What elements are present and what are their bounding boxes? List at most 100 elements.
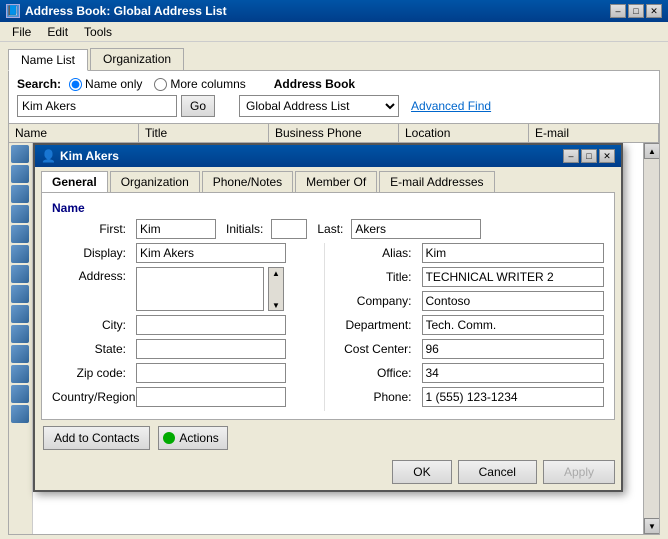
side-icon-11 bbox=[11, 345, 29, 363]
side-icon-7 bbox=[11, 265, 29, 283]
department-row: Department: bbox=[333, 315, 605, 335]
initials-input[interactable] bbox=[271, 219, 307, 239]
first-name-input[interactable] bbox=[136, 219, 216, 239]
tab-member-of[interactable]: Member Of bbox=[295, 171, 377, 192]
menu-edit[interactable]: Edit bbox=[39, 23, 76, 41]
menu-bar: File Edit Tools bbox=[0, 22, 668, 42]
address-book-dropdown[interactable]: Global Address List bbox=[239, 95, 399, 117]
list-scrollbar[interactable]: ▲ ▼ bbox=[643, 143, 659, 534]
outer-window-title: Address Book: Global Address List bbox=[25, 4, 610, 18]
addr-scroll-track bbox=[269, 278, 283, 301]
alias-input[interactable] bbox=[422, 243, 605, 263]
side-icon-9 bbox=[11, 305, 29, 323]
tab-name-list[interactable]: Name List bbox=[8, 49, 88, 71]
office-input[interactable] bbox=[422, 363, 605, 383]
radio-name-only[interactable]: Name only bbox=[69, 77, 142, 91]
state-input[interactable] bbox=[136, 339, 286, 359]
tab-general[interactable]: General bbox=[41, 171, 108, 192]
country-row: Country/Region: bbox=[52, 387, 324, 407]
inner-window-controls: – □ ✕ bbox=[563, 149, 615, 163]
side-icon-3 bbox=[11, 185, 29, 203]
scroll-up-button[interactable]: ▲ bbox=[644, 143, 660, 159]
addr-scroll-down[interactable]: ▼ bbox=[269, 301, 283, 310]
phone-input[interactable] bbox=[422, 387, 605, 407]
inner-tabs: General Organization Phone/Notes Member … bbox=[35, 167, 621, 192]
col-name: Name bbox=[9, 124, 139, 142]
inner-maximize-button[interactable]: □ bbox=[581, 149, 597, 163]
address-row: Address: ▲ ▼ bbox=[52, 267, 324, 311]
title-input[interactable] bbox=[422, 267, 605, 287]
outer-close-button[interactable]: ✕ bbox=[646, 4, 662, 18]
country-input[interactable] bbox=[136, 387, 286, 407]
department-input[interactable] bbox=[422, 315, 605, 335]
city-input[interactable] bbox=[136, 315, 286, 335]
scroll-down-button[interactable]: ▼ bbox=[644, 518, 660, 534]
name-row: First: Initials: Last: bbox=[52, 219, 604, 239]
outer-window-controls: – □ ✕ bbox=[610, 4, 662, 18]
outer-tabs: Name List Organization bbox=[0, 42, 668, 70]
tab-organization[interactable]: Organization bbox=[110, 171, 200, 192]
display-input[interactable] bbox=[136, 243, 286, 263]
apply-button[interactable]: Apply bbox=[543, 460, 615, 484]
search-section: Search: Name only More columns Address B… bbox=[8, 70, 660, 124]
phone-row: Phone: bbox=[333, 387, 605, 407]
address-label: Address: bbox=[52, 267, 132, 283]
add-to-contacts-button[interactable]: Add to Contacts bbox=[43, 426, 150, 450]
last-label: Last: bbox=[317, 222, 343, 236]
name-section-label: Name bbox=[52, 201, 604, 215]
company-input[interactable] bbox=[422, 291, 605, 311]
search-input[interactable] bbox=[17, 95, 177, 117]
cancel-button[interactable]: Cancel bbox=[458, 460, 537, 484]
last-name-input[interactable] bbox=[351, 219, 481, 239]
actions-label: Actions bbox=[179, 431, 226, 445]
col-email: E-mail bbox=[529, 124, 659, 142]
outer-minimize-button[interactable]: – bbox=[610, 4, 626, 18]
tab-organization[interactable]: Organization bbox=[90, 48, 184, 70]
side-icon-13 bbox=[11, 385, 29, 403]
outer-title-bar: 📘 Address Book: Global Address List – □ … bbox=[0, 0, 668, 22]
zip-input[interactable] bbox=[136, 363, 286, 383]
actions-button[interactable]: Actions bbox=[158, 426, 227, 450]
contact-icon: 👤 bbox=[41, 149, 55, 163]
inner-minimize-button[interactable]: – bbox=[563, 149, 579, 163]
right-column: Alias: Title: Company: bbox=[324, 243, 605, 411]
two-col-form: Display: Address: ▲ ▼ bbox=[52, 243, 604, 411]
address-input[interactable] bbox=[136, 267, 264, 311]
alias-row: Alias: bbox=[333, 243, 605, 263]
menu-tools[interactable]: Tools bbox=[76, 23, 120, 41]
ok-button[interactable]: OK bbox=[392, 460, 451, 484]
side-icons-panel bbox=[9, 143, 33, 534]
title-field-label: Title: bbox=[333, 270, 418, 284]
side-icon-14 bbox=[11, 405, 29, 423]
tab-phone-notes[interactable]: Phone/Notes bbox=[202, 171, 293, 192]
dialog-actions: Add to Contacts Actions bbox=[35, 420, 621, 456]
phone-label: Phone: bbox=[333, 390, 418, 404]
addr-scroll-up[interactable]: ▲ bbox=[269, 268, 283, 278]
list-area: ▲ ▼ 👤 Kim Akers – □ ✕ General Organizati… bbox=[8, 143, 660, 535]
state-row: State: bbox=[52, 339, 324, 359]
first-label: First: bbox=[52, 222, 132, 236]
advanced-find-link[interactable]: Advanced Find bbox=[411, 99, 491, 113]
country-label: Country/Region: bbox=[52, 390, 132, 404]
radio-more-columns[interactable]: More columns bbox=[154, 77, 245, 91]
address-book-label: Address Book bbox=[274, 77, 355, 91]
menu-file[interactable]: File bbox=[4, 23, 39, 41]
city-label: City: bbox=[52, 318, 132, 332]
cost-center-row: Cost Center: bbox=[333, 339, 605, 359]
contact-detail-dialog: 👤 Kim Akers – □ ✕ General Organization P… bbox=[33, 143, 623, 492]
app-icon: 📘 bbox=[6, 4, 20, 18]
go-button[interactable]: Go bbox=[181, 95, 215, 117]
state-label: State: bbox=[52, 342, 132, 356]
inner-dialog-title: Kim Akers bbox=[60, 149, 563, 163]
display-label: Display: bbox=[52, 246, 132, 260]
search-radio-group: Name only More columns bbox=[69, 77, 246, 91]
inner-close-button[interactable]: ✕ bbox=[599, 149, 615, 163]
title-row: Title: bbox=[333, 267, 605, 287]
department-label: Department: bbox=[333, 318, 418, 332]
outer-maximize-button[interactable]: □ bbox=[628, 4, 644, 18]
dialog-bottom-buttons: OK Cancel Apply bbox=[35, 456, 621, 490]
tab-email-addresses[interactable]: E-mail Addresses bbox=[379, 171, 494, 192]
zip-label: Zip code: bbox=[52, 366, 132, 380]
cost-center-input[interactable] bbox=[422, 339, 605, 359]
city-row: City: bbox=[52, 315, 324, 335]
